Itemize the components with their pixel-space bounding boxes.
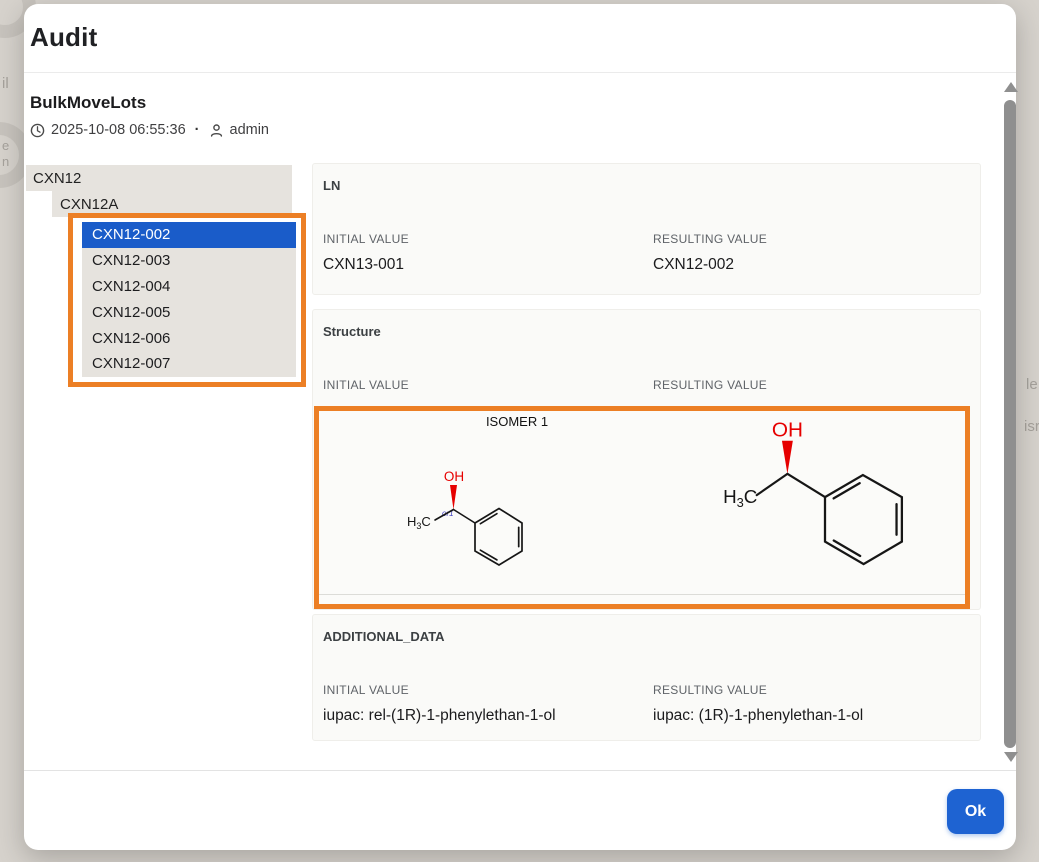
ok-button[interactable]: Ok [947, 789, 1004, 834]
backdrop-text-fragment: e [2, 138, 9, 153]
backdrop-text-fragment: n [2, 154, 9, 169]
dot-separator: · [192, 122, 203, 138]
section-title: LN [323, 178, 340, 193]
scroll-up-button[interactable] [1004, 82, 1018, 92]
initial-value: iupac: rel-(1R)-1-phenylethan-1-ol [323, 707, 556, 725]
isomer-label: ISOMER 1 [447, 414, 587, 429]
h3c-label: H3C [723, 486, 757, 510]
user-icon [209, 123, 224, 138]
oh-label: OH [444, 469, 464, 484]
benzene-ring [475, 509, 522, 566]
section-structure: Structure INITIAL VALUE RESULTING VALUE … [312, 309, 981, 610]
clock-icon [30, 123, 45, 138]
section-additional-data: ADDITIONAL_DATA INITIAL VALUE RESULTING … [312, 614, 981, 741]
lot-list-item[interactable]: CXN12-006 [82, 325, 296, 351]
audit-dialog: Audit BulkMoveLots 2025-10-08 06:55:36 ·… [24, 4, 1016, 850]
resulting-structure-svg: OH H3C [711, 413, 939, 601]
footer-divider [24, 770, 1016, 771]
structure-canvas-divider [319, 594, 965, 595]
initial-value-label: INITIAL VALUE [323, 683, 409, 697]
resulting-value: CXN12-002 [653, 256, 734, 274]
lot-list-item[interactable]: CXN12-004 [82, 274, 296, 300]
tree-item-cxn12[interactable]: CXN12 [26, 165, 292, 191]
scroll-thumb[interactable] [1004, 100, 1016, 748]
event-name: BulkMoveLots [30, 93, 146, 113]
section-title: ADDITIONAL_DATA [323, 629, 445, 644]
wedge-bond [450, 485, 457, 510]
lot-list-highlight-box: CXN12-002 CXN12-003 CXN12-004 CXN12-005 … [68, 213, 306, 387]
initial-value: CXN13-001 [323, 256, 404, 274]
lot-list-item[interactable]: CXN12-002 [82, 222, 296, 248]
backdrop-text-fragment: le [1026, 376, 1038, 393]
backdrop-text-fragment: isr [1024, 418, 1039, 435]
resulting-value-label: RESULTING VALUE [653, 683, 767, 697]
lot-list-item[interactable]: CXN12-003 [82, 248, 296, 274]
resulting-value-label: RESULTING VALUE [653, 378, 767, 392]
tree-item-label: CXN12 [33, 170, 81, 187]
lot-list: CXN12-002 CXN12-003 CXN12-004 CXN12-005 … [82, 222, 296, 377]
section-title: Structure [323, 324, 381, 339]
tree-item-label: CXN12A [60, 196, 118, 213]
resulting-value: iupac: (1R)-1-phenylethan-1-ol [653, 707, 863, 725]
backdrop-text-fragment: il [2, 75, 9, 92]
initial-value-label: INITIAL VALUE [323, 232, 409, 246]
lot-list-item[interactable]: CXN12-007 [82, 351, 296, 377]
structure-highlight-box: ISOMER 1 OH H3C or1 OH H3C [314, 406, 970, 609]
wedge-bond [782, 441, 793, 474]
benzene-ring [825, 475, 902, 564]
dialog-title: Audit [30, 22, 97, 53]
initial-structure-svg: OH H3C or1 [397, 461, 547, 583]
initial-value-label: INITIAL VALUE [323, 378, 409, 392]
header-divider [24, 72, 1016, 73]
event-user: admin [230, 122, 270, 138]
event-timestamp: 2025-10-08 06:55:36 [51, 122, 186, 138]
lot-list-item[interactable]: CXN12-005 [82, 299, 296, 325]
resulting-value-label: RESULTING VALUE [653, 232, 767, 246]
event-meta-row: 2025-10-08 06:55:36 · admin [30, 121, 269, 139]
h3c-label: H3C [407, 514, 431, 531]
scroll-down-button[interactable] [1004, 752, 1018, 762]
oh-label: OH [772, 419, 803, 442]
section-ln: LN INITIAL VALUE RESULTING VALUE CXN13-0… [312, 163, 981, 295]
